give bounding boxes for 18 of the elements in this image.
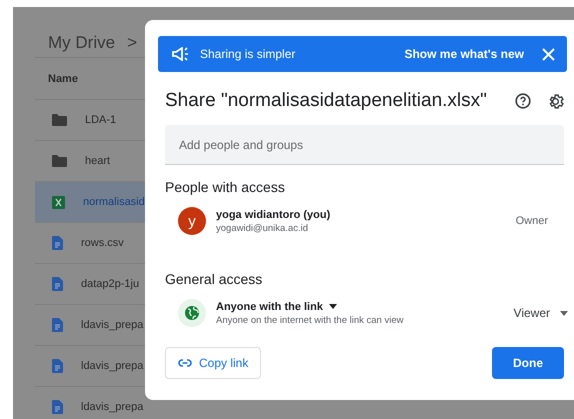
- section-heading: People with access: [165, 179, 286, 195]
- file-name: normalisasid: [83, 196, 145, 208]
- access-description: Anyone on the internet with the link can view: [216, 314, 404, 326]
- role-label: Owner: [516, 215, 548, 227]
- dialog-title: Share "normalisasidatapenelitian.xlsx": [165, 90, 488, 112]
- breadcrumb-arrow: >: [127, 33, 137, 53]
- file-name: ldavis_prepa: [81, 319, 144, 331]
- file-name: ldavis_prepa: [81, 360, 144, 372]
- file-name: datap2p-1ju: [81, 278, 140, 290]
- section-heading: General access: [165, 271, 264, 287]
- file-name: LDA-1: [85, 114, 116, 126]
- file-name: ldavis_prepa: [81, 401, 144, 413]
- person-name: yoga widiantoro (you): [216, 208, 332, 220]
- person-email: yogawidi@unika.ac.id: [216, 222, 310, 234]
- avatar: y: [178, 207, 206, 235]
- file-name: rows.csv: [81, 237, 124, 249]
- file-name: heart: [85, 155, 110, 167]
- banner-text: Sharing is simpler: [200, 47, 296, 61]
